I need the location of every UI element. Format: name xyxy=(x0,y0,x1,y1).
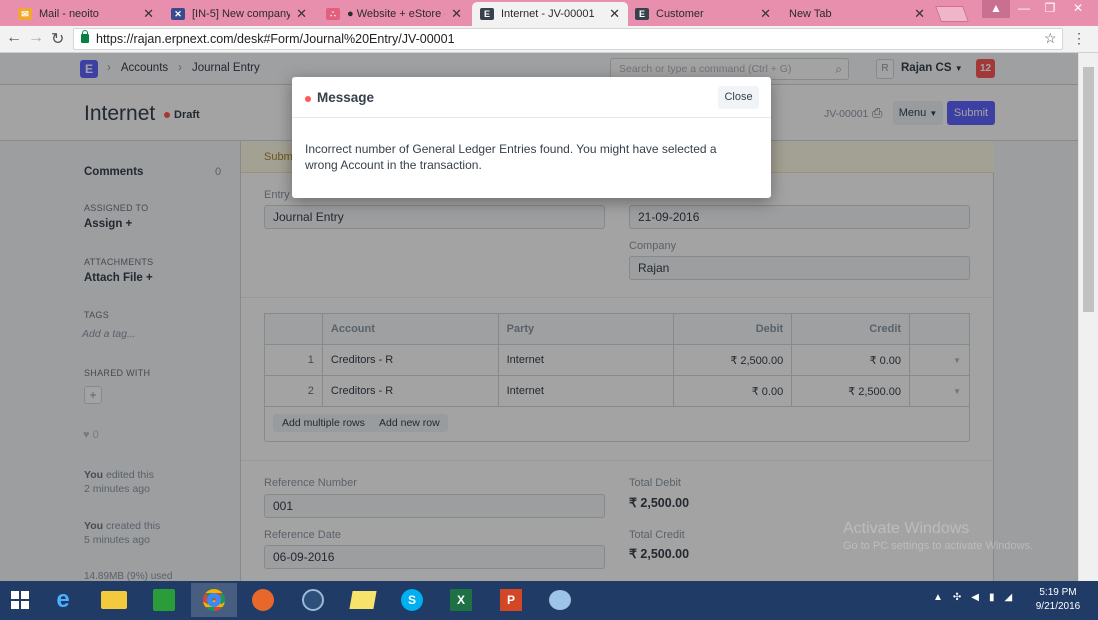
address-toolbar: ← → ↻ https://rajan.erpnext.com/desk#For… xyxy=(0,26,1098,53)
url-input[interactable]: https://rajan.erpnext.com/desk#Form/Jour… xyxy=(73,28,1063,50)
lock-icon xyxy=(81,30,89,43)
dialog-title: Message xyxy=(317,90,375,105)
browser-tab[interactable]: E Customer ✕ xyxy=(627,2,779,26)
windows-start-icon[interactable] xyxy=(0,583,40,617)
message-dialog: Message Close Incorrect number of Genera… xyxy=(292,77,771,198)
close-button[interactable]: Close xyxy=(718,86,759,109)
close-tab-icon[interactable]: ✕ xyxy=(760,6,771,22)
clock-time: 5:19 PM xyxy=(1039,587,1077,598)
tab-title: ● Website + eStore - Ae xyxy=(347,8,445,20)
internet-explorer-icon[interactable]: e xyxy=(40,583,86,617)
browser-tab[interactable]: ✕ [IN-5] New company nam ✕ xyxy=(163,2,315,26)
network-app-icon[interactable]: ✣ xyxy=(953,592,961,603)
browser-tab-active[interactable]: E Internet - JV-00001 ✕ xyxy=(472,2,628,26)
store-icon[interactable] xyxy=(141,583,187,617)
close-tab-icon[interactable]: ✕ xyxy=(143,6,154,22)
volume-icon[interactable]: ◀ xyxy=(971,592,979,603)
taskbar-clock[interactable]: 5:19 PM 9/21/2016 xyxy=(1030,586,1086,614)
sticky-notes-icon[interactable] xyxy=(340,583,386,617)
system-tray[interactable]: ▲ ✣ ◀ ▮ ◢ xyxy=(933,592,1012,603)
scrollbar-thumb[interactable] xyxy=(1083,67,1094,312)
mail-icon: ✉ xyxy=(18,8,32,20)
chrome-icon[interactable] xyxy=(191,583,237,617)
close-window-button[interactable]: ✕ xyxy=(1064,0,1092,18)
tab-title: Mail - neoito xyxy=(39,8,99,20)
app-icon[interactable] xyxy=(290,583,336,617)
skype-icon[interactable]: S xyxy=(389,583,435,617)
maximize-button[interactable]: ❐ xyxy=(1036,0,1064,18)
wifi-icon[interactable]: ◢ xyxy=(1005,592,1013,603)
close-tab-icon[interactable]: ✕ xyxy=(609,6,620,22)
firefox-icon[interactable] xyxy=(240,583,286,617)
forward-icon[interactable]: → xyxy=(28,29,44,47)
tab-title: Customer xyxy=(656,8,704,20)
dialog-message: Incorrect number of General Ledger Entri… xyxy=(305,142,717,172)
clock-date: 9/21/2016 xyxy=(1035,601,1081,612)
close-tab-icon[interactable]: ✕ xyxy=(296,6,307,22)
close-tab-icon[interactable]: ✕ xyxy=(914,6,925,22)
dialog-header: Message Close xyxy=(292,77,771,118)
excel-icon[interactable]: X xyxy=(438,583,484,617)
tray-chevron-icon[interactable]: ▲ xyxy=(933,592,943,603)
tab-title: New Tab xyxy=(789,8,832,20)
url-text: https://rajan.erpnext.com/desk#Form/Jour… xyxy=(96,32,455,46)
bookmark-star-icon[interactable]: ☆ xyxy=(1044,30,1057,47)
asana-icon: ∴ xyxy=(326,8,340,20)
paint-icon[interactable] xyxy=(537,583,583,617)
tab-title: [IN-5] New company nam xyxy=(192,8,291,20)
reload-icon[interactable]: ↻ xyxy=(51,29,64,49)
activate-windows-text: Go to PC settings to activate Windows. xyxy=(843,540,1034,552)
erpnext-icon: E xyxy=(480,8,494,20)
activate-windows-title: Activate Windows xyxy=(843,520,970,537)
tab-title: Internet - JV-00001 xyxy=(501,8,595,20)
browser-tab-strip: ✉ Mail - neoito ✕ ✕ [IN-5] New company n… xyxy=(0,0,1098,26)
browser-tab[interactable]: ∴ ● Website + eStore - Ae ✕ xyxy=(318,2,470,26)
battery-icon[interactable]: ▮ xyxy=(989,592,995,603)
browser-tab[interactable]: ✉ Mail - neoito ✕ xyxy=(10,2,162,26)
erpnext-icon: E xyxy=(635,8,649,20)
page-scrollbar[interactable] xyxy=(1078,53,1098,581)
browser-tab[interactable]: New Tab ✕ xyxy=(781,2,933,26)
profile-icon[interactable]: ▲ xyxy=(982,0,1010,18)
back-icon[interactable]: ← xyxy=(6,29,22,47)
close-tab-icon[interactable]: ✕ xyxy=(451,6,462,22)
new-tab-button[interactable] xyxy=(935,6,969,22)
minimize-button[interactable]: — xyxy=(1010,0,1038,18)
indicator-dot-icon xyxy=(305,96,311,102)
windows-taskbar: e S X P ▲ ✣ ◀ ▮ ◢ 5:19 PM 9/21/2016 xyxy=(0,581,1098,620)
file-explorer-icon[interactable] xyxy=(91,583,137,617)
jira-icon: ✕ xyxy=(171,8,185,20)
chrome-menu-icon[interactable]: ⋮ xyxy=(1072,30,1086,47)
powerpoint-icon[interactable]: P xyxy=(488,583,534,617)
